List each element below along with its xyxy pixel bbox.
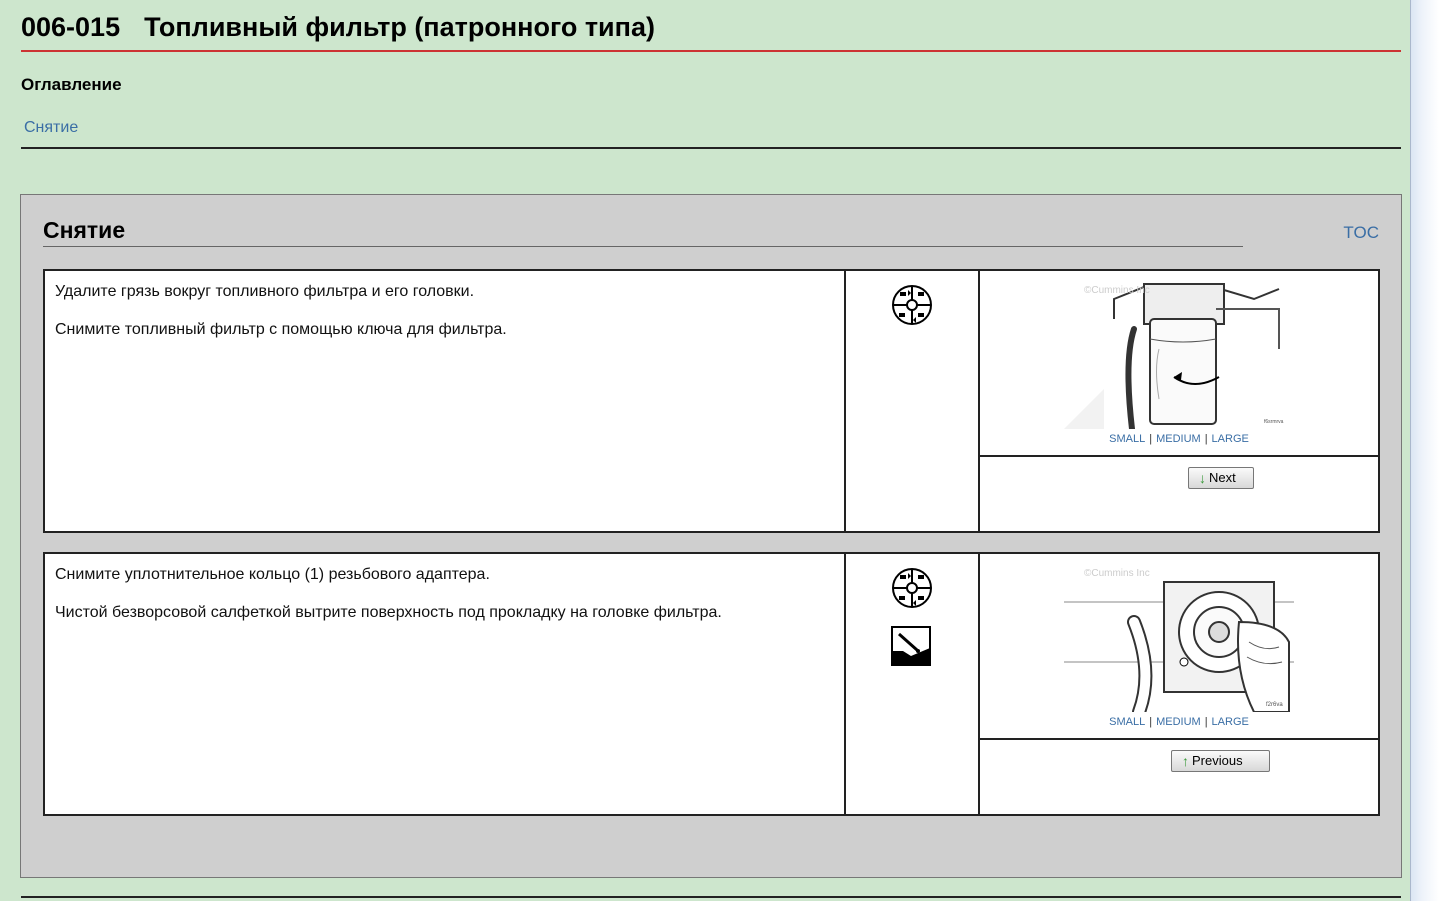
image-size-large-link[interactable]: LARGE [1212,433,1249,445]
image-size-links: SMALL | MEDIUM | LARGE [980,716,1378,728]
step-instruction: Снимите топливный фильтр с помощью ключа… [55,321,507,338]
next-button[interactable]: ↓ Next [1188,467,1254,489]
image-size-medium-link[interactable]: MEDIUM [1156,433,1201,445]
step-instruction: Чистой безворсовой салфеткой вытрите пов… [55,604,722,621]
step-text-cell: Снимите уплотнительное кольцо (1) резьбо… [45,554,846,814]
image-size-medium-link[interactable]: MEDIUM [1156,716,1201,728]
window-left-edge [0,0,6,901]
step-nav-cell: ↓ Next [980,457,1378,531]
wipe-cloth-icon [891,626,931,666]
section-divider [43,246,1243,247]
previous-button-label: Previous [1192,753,1243,768]
step-icon-cell [846,271,980,531]
procedure-step: Снимите уплотнительное кольцо (1) резьбо… [43,552,1380,816]
image-label: f6srmrva [1264,419,1284,425]
step-image-cell: ©Cummins Inc f6srmrva SMALL | MEDIUM | LARGE [980,271,1378,457]
procedure-step: Удалите грязь вокруг топливного фильтра … [43,269,1380,533]
fuel-filter-illustration: ©Cummins Inc f6srmrva [1064,279,1294,429]
image-size-large-link[interactable]: LARGE [1212,716,1249,728]
previous-button[interactable]: ↑ Previous [1171,750,1270,772]
bottom-divider [21,896,1401,898]
page-title-text: Топливный фильтр (патронного типа) [144,12,655,42]
separator: | [1204,716,1208,728]
separator: | [1149,433,1153,445]
page-title: 006-015 Топливный фильтр (патронного типа… [21,12,655,43]
step-text-cell: Удалите грязь вокруг топливного фильтра … [45,271,846,531]
toc-heading: Оглавление [21,75,122,94]
next-button-label: Next [1209,470,1236,485]
page-code: 006-015 [21,12,121,42]
title-divider [21,50,1401,52]
gear-wheel-icon [892,568,932,608]
toc-link-removal[interactable]: Снятие [24,119,78,137]
step-instruction: Снимите уплотнительное кольцо (1) резьбо… [55,566,490,583]
step-icon-cell [846,554,980,814]
separator: | [1204,433,1208,445]
arrow-down-icon: ↓ [1199,469,1206,486]
image-size-small-link[interactable]: SMALL [1109,433,1145,445]
step-image-cell: ©Cummins Inc f2r6va SMALL | MEDIUM | LARGE [980,554,1378,740]
vertical-scrollbar[interactable] [1410,0,1439,901]
image-watermark: ©Cummins Inc [1084,285,1150,296]
separator: | [1149,716,1153,728]
step-instruction: Удалите грязь вокруг топливного фильтра … [55,283,475,300]
image-label: f2r6va [1266,702,1283,708]
toc-jump-link[interactable]: TOC [1343,223,1379,243]
image-size-links: SMALL | MEDIUM | LARGE [980,433,1378,445]
image-size-small-link[interactable]: SMALL [1109,716,1145,728]
removal-section: Снятие TOC Удалите грязь вокруг топливно… [20,194,1402,878]
filter-head-illustration: ©Cummins Inc f2r6va [1064,562,1294,712]
image-watermark: ©Cummins Inc [1084,568,1150,579]
gear-wheel-icon [892,285,932,325]
arrow-up-icon: ↑ [1182,752,1189,769]
section-title: Снятие [43,217,126,243]
toc-divider [21,147,1401,149]
step-nav-cell: ↑ Previous [980,740,1378,814]
